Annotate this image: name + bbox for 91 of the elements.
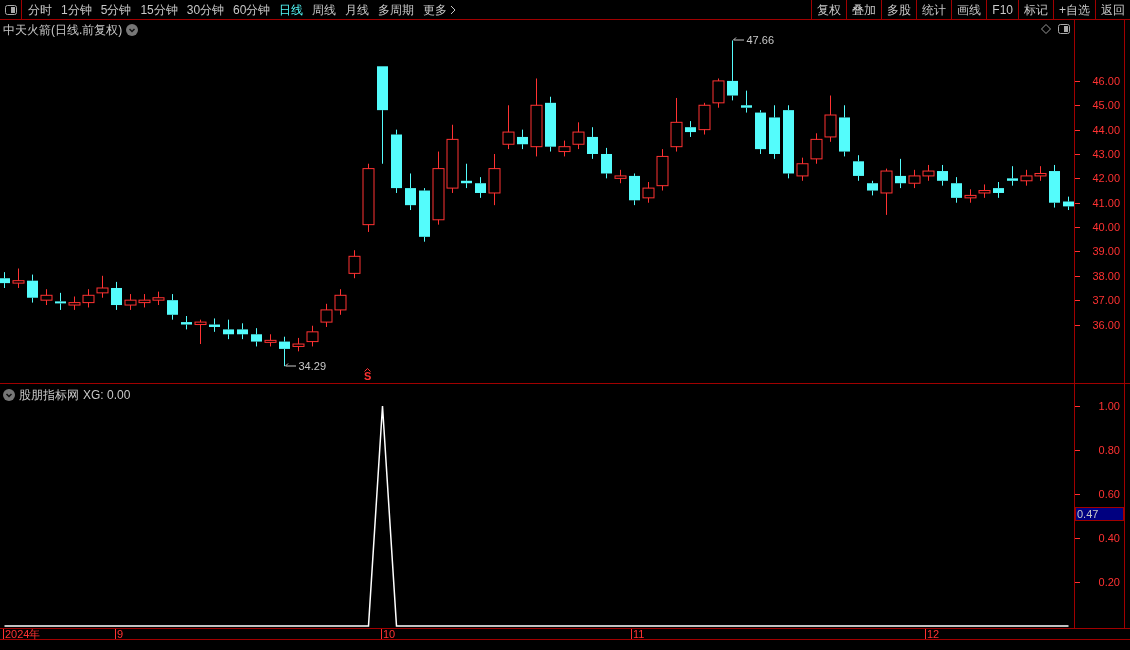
candlestick bbox=[530, 77, 543, 157]
indicator-name: 股朋指标网 bbox=[19, 387, 79, 404]
period-tab[interactable]: 15分钟 bbox=[140, 0, 178, 19]
axis-label: 44.00 bbox=[1092, 124, 1120, 136]
axis-label: 38.00 bbox=[1092, 270, 1120, 282]
axis-label: 37.00 bbox=[1092, 295, 1120, 307]
diamond-icon[interactable] bbox=[1041, 24, 1051, 34]
candlestick bbox=[755, 109, 766, 155]
candlestick bbox=[545, 96, 556, 153]
candlestick bbox=[629, 172, 640, 206]
candlestick bbox=[698, 102, 711, 135]
candlestick bbox=[237, 322, 248, 340]
axis-label: 41.00 bbox=[1092, 197, 1120, 209]
more-button[interactable]: 更多 bbox=[423, 0, 457, 19]
candlestick bbox=[783, 104, 794, 179]
date-label: 11 bbox=[633, 629, 645, 640]
panel-toggle-icon[interactable] bbox=[1058, 24, 1070, 34]
axis-label: 42.00 bbox=[1092, 173, 1120, 185]
period-tab[interactable]: 周线 bbox=[312, 0, 337, 19]
toolbar-button[interactable]: 叠加 bbox=[846, 0, 882, 19]
leader-line bbox=[284, 363, 297, 370]
chevron-down-icon[interactable] bbox=[3, 389, 15, 401]
candlestick bbox=[601, 147, 612, 179]
panel-toggle-icon[interactable] bbox=[4, 4, 17, 15]
candlestick bbox=[405, 172, 416, 211]
axis-label: 40.00 bbox=[1092, 222, 1120, 234]
date-label: 10 bbox=[383, 629, 396, 640]
axis-label: 36.00 bbox=[1092, 319, 1120, 331]
axis-label: 45.00 bbox=[1092, 100, 1120, 112]
candlestick bbox=[769, 104, 780, 160]
axis-label: 0.40 bbox=[1098, 533, 1120, 544]
period-tab[interactable]: 60分钟 bbox=[233, 0, 271, 19]
toolbar-button[interactable]: 画线 bbox=[951, 0, 987, 19]
period-tab[interactable]: 多周期 bbox=[378, 0, 415, 19]
period-tab[interactable]: 1分钟 bbox=[61, 0, 92, 19]
candlestick bbox=[475, 176, 486, 199]
candlestick bbox=[951, 176, 962, 204]
candlestick bbox=[27, 274, 38, 304]
candlestick bbox=[993, 181, 1004, 199]
axis-label: 43.00 bbox=[1092, 149, 1120, 160]
date-label: 9 bbox=[117, 629, 124, 640]
leader-line bbox=[732, 37, 745, 44]
axis-label: 46.00 bbox=[1092, 75, 1120, 87]
period-tab[interactable]: 月线 bbox=[345, 0, 370, 19]
candlestick bbox=[937, 164, 948, 187]
axis-label: 0.20 bbox=[1098, 577, 1120, 588]
axis-label: 39.00 bbox=[1092, 246, 1120, 258]
axis-label: 1.00 bbox=[1098, 401, 1120, 412]
candlestick bbox=[712, 77, 725, 109]
toolbar-button[interactable]: 返回 bbox=[1095, 0, 1130, 19]
candlestick bbox=[391, 129, 402, 194]
toolbar-button[interactable]: 复权 bbox=[811, 0, 847, 19]
date-label: 2024年 bbox=[5, 629, 41, 640]
toolbar-button[interactable]: 多股 bbox=[881, 0, 917, 19]
period-tab[interactable]: 30分钟 bbox=[186, 0, 225, 19]
candlestick bbox=[167, 293, 178, 321]
candlestick bbox=[419, 187, 430, 243]
period-tab[interactable]: 日线 bbox=[279, 0, 304, 19]
candlestick bbox=[656, 148, 669, 192]
indicator-reading: XG: 0.00 bbox=[83, 387, 131, 404]
cursor-value-label: 0.47 bbox=[1075, 507, 1124, 521]
high-price-label: 47.66 bbox=[746, 35, 775, 47]
candlestick bbox=[587, 126, 598, 160]
caret-icon bbox=[364, 368, 371, 372]
candlestick bbox=[895, 158, 906, 189]
candlestick bbox=[853, 154, 864, 182]
candlestick bbox=[741, 90, 752, 114]
candlestick bbox=[111, 281, 122, 311]
candlestick bbox=[517, 129, 528, 150]
low-price-label: 34.29 bbox=[298, 361, 327, 373]
signal-marker: S bbox=[364, 371, 372, 382]
toolbar-button[interactable]: F10 bbox=[986, 0, 1018, 19]
candlestick bbox=[488, 153, 501, 206]
date-label: 12 bbox=[927, 629, 940, 640]
candlestick bbox=[223, 319, 234, 340]
chevron-down-icon[interactable] bbox=[126, 24, 139, 36]
candlestick bbox=[1007, 165, 1018, 187]
candlestick bbox=[964, 188, 977, 204]
chevron-right-icon bbox=[450, 4, 457, 15]
toolbar-button[interactable]: 统计 bbox=[916, 0, 952, 19]
period-tab[interactable]: 5分钟 bbox=[100, 0, 132, 19]
stock-title: 中天火箭(日线.前复权) bbox=[3, 22, 123, 39]
candlestick bbox=[670, 97, 683, 153]
toolbar-button[interactable]: +自选 bbox=[1053, 0, 1095, 19]
axis-label: 0.60 bbox=[1098, 489, 1120, 500]
candlestick bbox=[1049, 164, 1060, 209]
candlestick bbox=[685, 120, 696, 138]
period-tab[interactable]: 分时 bbox=[28, 0, 52, 19]
axis-label: 0.80 bbox=[1098, 445, 1120, 456]
toolbar-button[interactable]: 标记 bbox=[1018, 0, 1053, 19]
candlestick bbox=[279, 336, 290, 367]
